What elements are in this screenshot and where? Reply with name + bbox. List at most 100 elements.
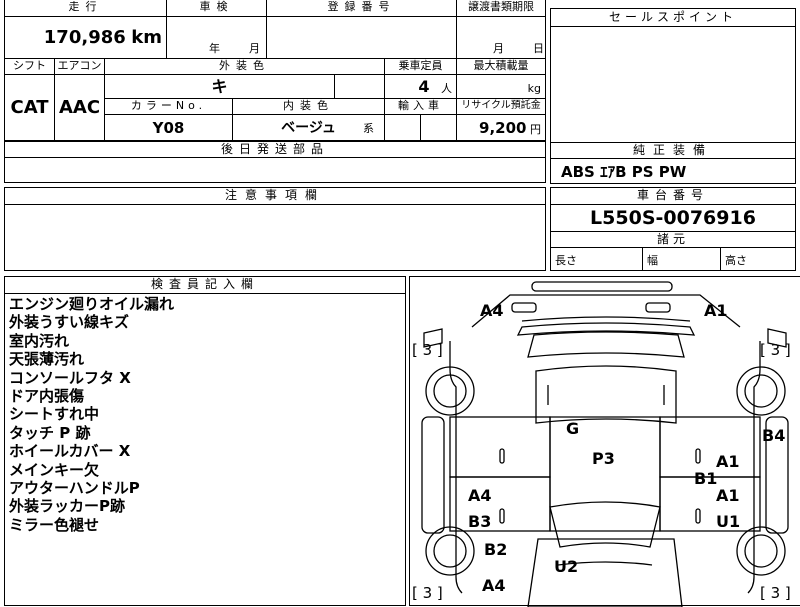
inspector-notes: エンジン廻りオイル漏れ 外装うすい線キズ 室内汚れ 天張薄汚れ コンソールフタ … (9, 295, 174, 534)
transfer-value: 月 日 (457, 17, 545, 59)
shift-label: シフト (5, 59, 55, 75)
inspection-year-unit: 年 (209, 42, 220, 55)
later-parts-label: 後日発送部品 (5, 142, 545, 158)
mark-a1-right: A1 (716, 452, 740, 471)
car-diagram-box: A4 A1 [ 3 ] [ 3 ] G P3 B4 A1 B1 A1 U1 A4… (409, 276, 800, 607)
windshield-icon (516, 322, 696, 336)
inspector-note: ホイールカバー X (9, 442, 131, 461)
chassis-box: 車台番号 L550S-0076916 諸元 長さ 幅 高さ (550, 187, 796, 271)
capacity-label: 乗車定員 (385, 59, 457, 75)
info-block: 走行 車検 登録番号 譲渡書類期限 170,986 km 年 月 月 日 シフト… (4, 0, 546, 141)
capacity-unit: 人 (441, 82, 452, 95)
max-load-unit: kg (527, 82, 541, 95)
registration-header: 登録番号 (267, 0, 457, 17)
inspector-note: ミラー色褪せ (9, 515, 100, 534)
hood-inner-icon (521, 316, 691, 322)
caution-box: 注意事項欄 (4, 187, 546, 271)
height-cell: 高さ (721, 247, 795, 271)
recycle-unit: 円 (530, 123, 541, 136)
tire-rear-left-icon (425, 526, 475, 576)
sales-point-box: セールスポイント (550, 8, 796, 143)
length-cell: 長さ (551, 247, 643, 271)
inspector-note: タッチ P 跡 (9, 423, 91, 442)
mileage-number: 170,986 (43, 27, 126, 48)
inspector-box: 検査員記入欄 エンジン廻りオイル漏れ 外装うすい線キズ 室内汚れ 天張薄汚れ コ… (4, 276, 406, 606)
mark-u2: U2 (554, 557, 579, 576)
mark-a1-right2: A1 (716, 486, 740, 505)
chassis-value: L550S-0076916 (590, 207, 756, 229)
inspector-note: 室内汚れ (9, 331, 70, 350)
later-parts-box: 後日発送部品 (4, 141, 546, 183)
mark-g: G (566, 419, 580, 438)
recycle-label: リサイクル預託金 (457, 99, 545, 115)
capacity-number: 4 (418, 77, 430, 96)
caution-label: 注意事項欄 (5, 188, 545, 205)
headlight-left-icon (511, 302, 537, 313)
mark-u1: U1 (716, 512, 741, 531)
width-label: 幅 (647, 254, 658, 267)
exterior-color-value: キ (105, 75, 335, 99)
registration-value (267, 17, 457, 59)
car-diagram (421, 281, 789, 607)
capacity-value: 4 人 (385, 75, 457, 99)
mark-b1: B1 (694, 469, 718, 488)
mileage-value: 170,986 km (5, 17, 167, 59)
aircon-value: AAC (55, 75, 105, 141)
transfer-month-unit: 月 (493, 42, 504, 55)
max-load-value: kg (457, 75, 545, 99)
recycle-number: 9,200 (479, 119, 527, 137)
inspection-value: 年 月 (167, 17, 267, 59)
mark-b2: B2 (484, 540, 508, 559)
tire-rear-right-icon (736, 526, 786, 576)
interior-color-label: 内装色 (233, 99, 385, 115)
rear-window-icon (549, 501, 661, 548)
width-cell: 幅 (643, 247, 721, 271)
import-value-a (385, 115, 421, 141)
mark-a4-top: A4 (480, 301, 504, 320)
interior-color-value: ベージュ 系 (233, 115, 385, 141)
inspector-note: 外装ラッカーP跡 (9, 497, 125, 516)
mark-tire-tr: [ 3 ] (760, 341, 791, 359)
interior-color-name: ベージュ (281, 120, 336, 136)
inspector-note: メインキー欠 (9, 460, 100, 479)
standard-equipment-value: ABS ｴｱB PS PW (561, 163, 687, 181)
exterior-color-extra (335, 75, 385, 99)
aircon-label: エアコン (55, 59, 105, 75)
mark-a4-bottom: A4 (482, 576, 506, 595)
tailgate-icon (527, 538, 683, 607)
mark-tire-bl: [ 3 ] (412, 584, 443, 602)
transfer-header: 譲渡書類期限 (457, 0, 545, 17)
color-no-value: Y08 (105, 115, 233, 141)
length-label: 長さ (555, 254, 577, 267)
windshield-glass-icon (527, 331, 685, 358)
shift-value: CAT (5, 75, 55, 141)
inspector-note: アウターハンドルP (9, 479, 140, 498)
mark-tire-tl: [ 3 ] (412, 341, 443, 359)
front-bumper-icon (531, 281, 673, 292)
chassis-label: 車台番号 (551, 188, 795, 205)
height-label: 高さ (725, 254, 747, 267)
door-front-left-icon (449, 416, 551, 478)
max-load-label: 最大積載量 (457, 59, 545, 75)
door-front-right-icon (659, 416, 761, 478)
mark-a1-top: A1 (704, 301, 728, 320)
mark-b3: B3 (468, 512, 492, 531)
mark-p3: P3 (592, 449, 615, 468)
inspector-note: エンジン廻りオイル漏れ (9, 295, 175, 313)
inspector-note: 外装うすい線キズ (9, 313, 130, 332)
inspector-note: ドア内張傷 (9, 387, 85, 406)
sales-point-label: セールスポイント (551, 9, 795, 27)
mileage-header: 走行 (5, 0, 167, 17)
dimensions-label: 諸元 (551, 231, 795, 248)
roof-icon (535, 365, 677, 424)
mileage-unit: km (131, 27, 162, 48)
standard-equipment-box: 純正装備 ABS ｴｱB PS PW (550, 142, 796, 184)
mark-tire-br: [ 3 ] (760, 584, 791, 602)
inspection-header: 車検 (167, 0, 267, 17)
mark-a4-left: A4 (468, 486, 492, 505)
standard-equipment-label: 純正装備 (551, 143, 795, 159)
import-value-b (421, 115, 457, 141)
inspector-note: シートすれ中 (9, 405, 100, 424)
recycle-value: 9,200 円 (457, 115, 545, 141)
import-label: 輸入車 (385, 99, 457, 115)
